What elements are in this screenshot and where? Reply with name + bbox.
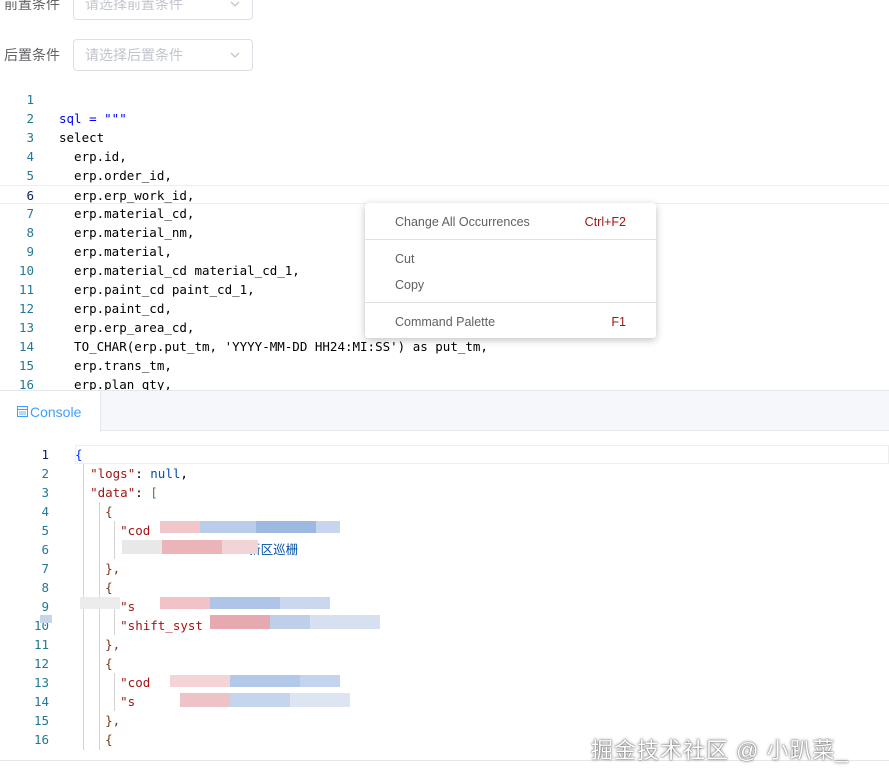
code-line: 3 select [26,130,105,145]
console-tab-bar: Console [0,390,889,432]
redacted-content [170,675,350,707]
post-condition-row: 后置条件 [0,39,72,71]
redacted-content [122,521,340,554]
menu-separator [365,302,656,303]
code-line: 1 [26,92,34,107]
console-output[interactable]: 1{ 2 "logs": null, 3 "data": [ 4 { 5 "co… [0,445,889,750]
menu-item-cut[interactable]: Cut [365,246,656,272]
chevron-down-icon [230,1,240,7]
pre-condition-row: 前置条件 [0,0,72,20]
pre-condition-select[interactable]: 请选择前置条件 [73,0,253,20]
chevron-down-icon [230,52,240,58]
menu-separator [365,239,656,240]
watermark: 掘金技术社区 @ 小趴菜_ [591,738,849,763]
code-line: 4 erp.id, [26,149,127,164]
post-condition-placeholder: 请选择后置条件 [85,47,183,63]
menu-item-copy[interactable]: Copy [365,272,656,298]
tab-console[interactable]: Console [0,391,101,432]
code-line-current: 6 erp.erp_work_id, [0,185,889,204]
redacted-content [40,597,380,629]
json-line: 11 }, [33,637,121,652]
code-line: 2 sql = """ [26,111,127,126]
pre-condition-label: 前置条件 [4,0,60,12]
menu-item-command-palette[interactable]: Command Palette F1 [365,309,656,335]
post-condition-label: 后置条件 [4,47,60,63]
menu-item-change-all-occurrences[interactable]: Change All Occurrences Ctrl+F2 [365,209,656,235]
code-line: 14 TO_CHAR(erp.put_tm, 'YYYY-MM-DD HH24:… [18,339,488,354]
tab-console-label: Console [30,403,82,420]
console-icon [17,406,28,417]
code-line: 5 erp.order_id, [26,168,172,183]
code-line: 16 erp.plan_qty, [18,377,172,390]
code-line: 15 erp.trans_tm, [18,358,172,373]
json-line: 1{ [41,447,83,462]
json-line: 2 "logs": null, [41,466,188,481]
pre-condition-placeholder: 请选择前置条件 [85,0,183,12]
post-condition-select[interactable]: 请选择后置条件 [73,39,253,71]
json-line: 3 "data": [ [41,485,158,500]
context-menu: Change All Occurrences Ctrl+F2 Cut Copy C… [365,203,656,338]
